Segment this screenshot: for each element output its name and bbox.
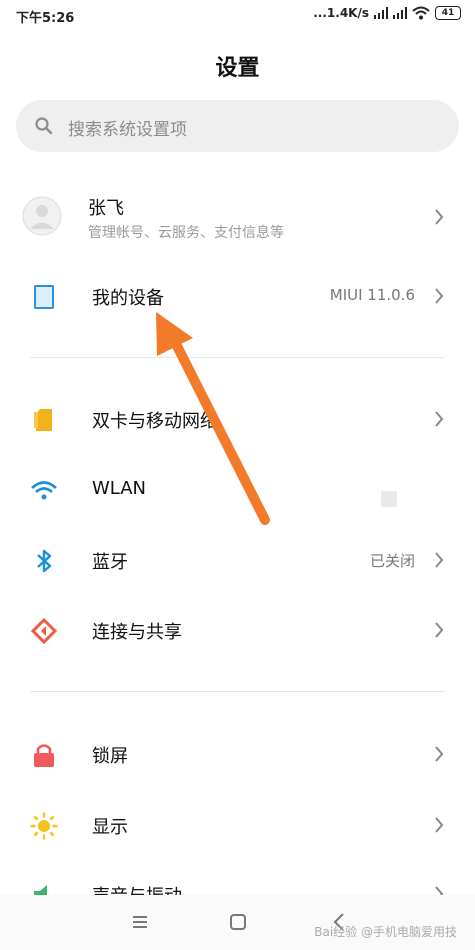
chevron-right-icon bbox=[435, 622, 444, 638]
avatar bbox=[22, 196, 62, 236]
connection-sharing-label: 连接与共享 bbox=[92, 622, 182, 643]
wlan-toggle[interactable] bbox=[381, 491, 397, 507]
wifi-icon bbox=[412, 6, 430, 20]
share-icon bbox=[30, 617, 58, 645]
search-placeholder: 搜索系统设置项 bbox=[68, 120, 187, 140]
page-title: 设置 bbox=[215, 56, 260, 81]
chevron-right-icon bbox=[435, 411, 444, 427]
home-icon[interactable] bbox=[226, 910, 250, 934]
lock-screen-row[interactable]: 锁屏 bbox=[0, 722, 475, 786]
divider bbox=[30, 357, 445, 358]
bluetooth-label: 蓝牙 bbox=[92, 552, 128, 573]
network-speed: ...1.4K/s bbox=[313, 6, 369, 20]
display-row[interactable]: 显示 bbox=[0, 793, 475, 857]
wlan-label: WLAN bbox=[92, 478, 147, 499]
account-name: 张飞 bbox=[88, 198, 124, 219]
dual-sim-label: 双卡与移动网络 bbox=[92, 411, 218, 432]
brightness-icon bbox=[30, 812, 58, 840]
account-subtitle: 管理帐号、云服务、支付信息等 bbox=[88, 225, 284, 241]
signal-icon bbox=[374, 7, 388, 19]
search-bar[interactable]: 搜索系统设置项 bbox=[16, 100, 459, 152]
bluetooth-status: 已关闭 bbox=[369, 552, 415, 570]
bluetooth-row[interactable]: 蓝牙 已关闭 bbox=[0, 528, 475, 592]
status-indicators: ...1.4K/s 41 bbox=[313, 6, 461, 20]
device-icon bbox=[34, 285, 54, 309]
chevron-right-icon bbox=[435, 209, 444, 225]
my-device-label: 我的设备 bbox=[92, 288, 164, 309]
menu-icon[interactable] bbox=[128, 910, 152, 934]
wifi-icon bbox=[31, 481, 57, 500]
my-device-row[interactable]: 我的设备 MIUI 11.0.6 bbox=[0, 264, 475, 328]
miui-version: MIUI 11.0.6 bbox=[329, 286, 415, 304]
connection-sharing-row[interactable]: 连接与共享 bbox=[0, 598, 475, 662]
navigation-bar: Bai经验 @手机电脑爱用技 bbox=[0, 895, 475, 950]
dual-sim-row[interactable]: 双卡与移动网络 bbox=[0, 387, 475, 451]
lock-icon bbox=[34, 744, 54, 767]
chevron-right-icon bbox=[435, 552, 444, 568]
account-row[interactable]: 张飞 管理帐号、云服务、支付信息等 bbox=[0, 182, 475, 252]
wlan-row[interactable]: WLAN bbox=[0, 458, 475, 522]
bluetooth-icon bbox=[37, 549, 52, 573]
display-label: 显示 bbox=[92, 817, 128, 838]
chevron-right-icon bbox=[435, 746, 444, 762]
status-time: 下午5:26 bbox=[16, 11, 75, 26]
chevron-right-icon bbox=[435, 288, 444, 304]
search-icon bbox=[35, 117, 53, 135]
lock-screen-label: 锁屏 bbox=[92, 746, 128, 767]
status-bar: 下午5:26 ...1.4K/s 41 bbox=[0, 0, 475, 32]
signal-icon-2 bbox=[393, 7, 407, 19]
sim-card-icon bbox=[34, 409, 52, 431]
divider bbox=[30, 691, 445, 692]
chevron-right-icon bbox=[435, 817, 444, 833]
watermark-text: Bai经验 @手机电脑爱用技 bbox=[314, 925, 457, 939]
battery-icon: 41 bbox=[435, 6, 461, 20]
